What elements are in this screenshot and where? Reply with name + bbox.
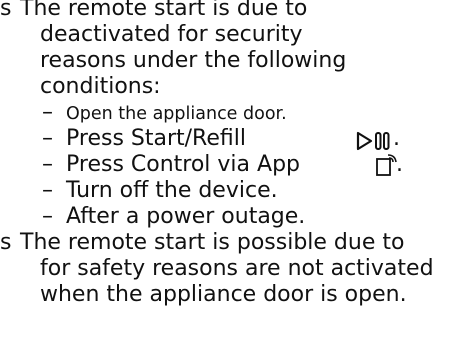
note-1-line-4: conditions: — [40, 74, 161, 99]
item-1-text: Open the appliance door. — [66, 104, 287, 124]
note-2-bullet: s — [0, 230, 12, 255]
item-4-text: Turn off the device. — [66, 178, 278, 203]
note-1-line-1: The remote start is due to — [20, 0, 308, 21]
note-1-line-2: deactivated for security — [40, 22, 303, 47]
item-2-text: Press Start/Refill — [66, 126, 246, 151]
item-5-dash: – — [42, 204, 53, 229]
item-5-text: After a power outage. — [66, 204, 306, 229]
item-2-suffix: . — [393, 126, 400, 151]
item-3-text: Press Control via App — [66, 152, 300, 177]
item-2-dash: – — [42, 126, 53, 151]
item-3-dash: – — [42, 152, 53, 177]
note-1-bullet: s — [0, 0, 12, 21]
start-pause-icon — [356, 131, 390, 151]
item-4-dash: – — [42, 178, 53, 203]
item-3-suffix: . — [396, 152, 403, 177]
note-1-line-3: reasons under the following — [40, 48, 347, 73]
note-2-line-2: for safety reasons are not activated — [40, 256, 434, 281]
note-2-line-3: when the appliance door is open. — [40, 282, 407, 307]
item-1-dash: – — [42, 100, 53, 125]
note-2-line-1: The remote start is possible due to — [20, 230, 405, 255]
instruction-notes: s The remote start is due to deactivated… — [0, 0, 458, 341]
